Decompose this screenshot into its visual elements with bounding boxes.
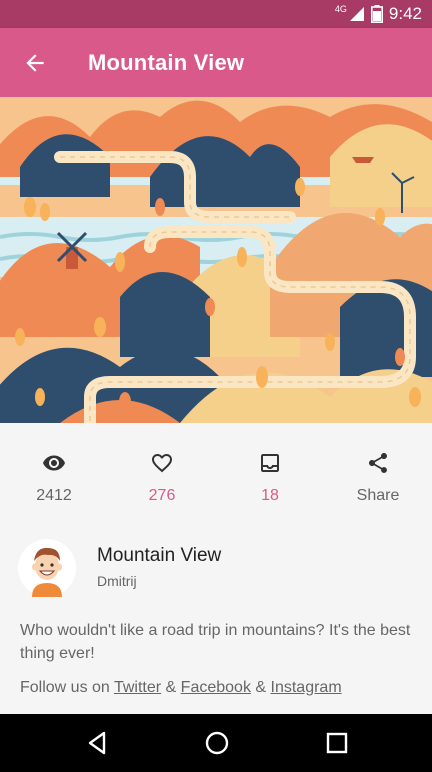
views-stat[interactable]: 2412 xyxy=(4,423,104,523)
saves-count: 18 xyxy=(261,487,279,504)
arrow-left-icon[interactable] xyxy=(22,50,48,76)
home-circle-icon[interactable] xyxy=(202,728,232,758)
mountain-illustration xyxy=(0,97,432,423)
author-section: Mountain View Dmitrij xyxy=(0,523,432,613)
network-type: 4G xyxy=(334,4,347,14)
likes-count: 276 xyxy=(148,487,176,504)
follow-line: Follow us on Twitter & Facebook & Instag… xyxy=(20,679,342,697)
saves-stat[interactable]: 18 xyxy=(220,423,320,523)
eye-icon xyxy=(43,455,65,471)
inbox-icon xyxy=(261,454,279,472)
status-bar: 4G 9:42 xyxy=(0,0,432,28)
facebook-link[interactable]: Facebook xyxy=(181,679,251,696)
avatar[interactable] xyxy=(18,539,76,597)
signal-icon xyxy=(349,7,364,21)
instagram-link[interactable]: Instagram xyxy=(271,679,342,696)
follow-separator: & xyxy=(161,679,181,696)
share-button[interactable]: Share xyxy=(328,423,428,523)
app-bar: Mountain View xyxy=(0,28,432,97)
post-description: Who wouldn't like a road trip in mountai… xyxy=(20,622,411,662)
likes-stat[interactable]: 276 xyxy=(112,423,212,523)
page-title: Mountain View xyxy=(88,50,245,75)
follow-separator: & xyxy=(250,679,271,696)
battery-icon xyxy=(370,5,383,23)
heart-icon xyxy=(152,454,172,473)
follow-prefix: Follow us on xyxy=(20,679,114,696)
back-triangle-icon[interactable] xyxy=(82,728,112,758)
share-label: Share xyxy=(356,487,400,504)
share-icon xyxy=(369,453,387,473)
views-count: 2412 xyxy=(36,487,72,504)
system-nav-bar xyxy=(0,714,432,772)
hero-image xyxy=(0,97,432,423)
stats-row: 2412 276 18 Share xyxy=(0,423,432,523)
status-indicators: 4G 9:42 xyxy=(335,0,422,28)
clock: 9:42 xyxy=(388,4,422,23)
author-handle: Dmitrij xyxy=(97,573,137,589)
author-name: Mountain View xyxy=(97,545,222,566)
recents-square-icon[interactable] xyxy=(322,728,352,758)
twitter-link[interactable]: Twitter xyxy=(114,679,161,696)
